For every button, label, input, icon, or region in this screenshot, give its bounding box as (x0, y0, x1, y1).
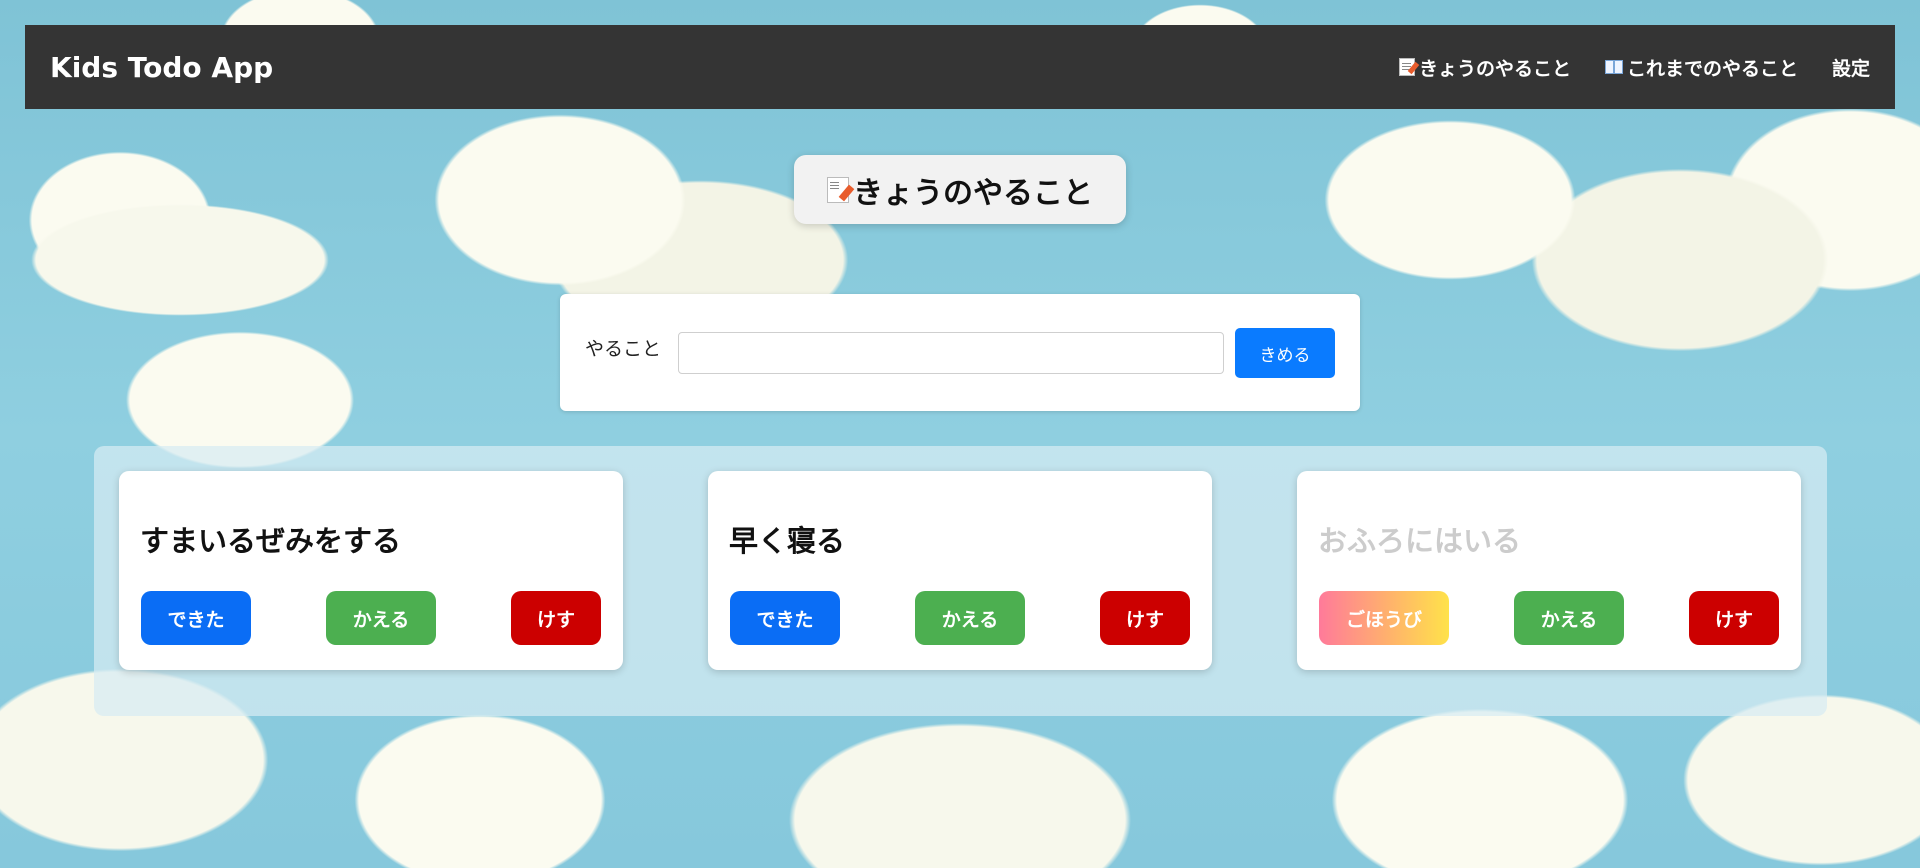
edit-button[interactable]: かえる (326, 591, 436, 645)
nav-link-history[interactable]: これまでのやること (1604, 54, 1798, 81)
nav-link-history-label: これまでのやること (1626, 57, 1798, 80)
add-todo-button[interactable]: きめる (1235, 328, 1335, 378)
delete-button[interactable]: けす (1100, 591, 1190, 645)
delete-button[interactable]: けす (511, 591, 601, 645)
nav-links: きょうのやること これまでのやること 設定 (1398, 54, 1870, 81)
app-brand[interactable]: Kids Todo App (50, 51, 273, 84)
page-title: きょうのやること (794, 155, 1126, 224)
add-todo-form: やること きめる (560, 294, 1360, 411)
page-title-text: きょうのやること (853, 175, 1093, 211)
memo-icon (827, 176, 849, 203)
book-icon (1604, 60, 1623, 74)
navbar: Kids Todo App きょうのやること これまでのやること 設定 (25, 25, 1895, 109)
nav-link-settings-label: 設定 (1831, 57, 1870, 80)
sky-cloud-background (0, 0, 1920, 868)
todo-title: すまいるぜみをする (140, 524, 402, 558)
done-button[interactable]: できた (141, 591, 251, 645)
todo-title: おふろにはいる (1318, 524, 1522, 558)
edit-button[interactable]: かえる (1514, 591, 1624, 645)
todo-input[interactable] (678, 332, 1224, 374)
delete-button[interactable]: けす (1689, 591, 1779, 645)
nav-link-today-label: きょうのやること (1418, 57, 1571, 80)
memo-icon (1398, 58, 1415, 76)
todo-card: すまいるぜみをする できた かえる けす (119, 471, 623, 670)
todo-card: 早く寝る できた かえる けす (708, 471, 1212, 670)
todo-input-label: やること (585, 338, 662, 360)
nav-link-today[interactable]: きょうのやること (1398, 54, 1571, 81)
todo-card: おふろにはいる ごほうび かえる けす (1297, 471, 1801, 670)
todo-title: 早く寝る (729, 524, 846, 558)
todo-list-panel: すまいるぜみをする できた かえる けす 早く寝る できた かえる けす おふろ… (94, 446, 1827, 716)
reward-button[interactable]: ごほうび (1319, 591, 1449, 645)
nav-link-settings[interactable]: 設定 (1832, 54, 1870, 81)
edit-button[interactable]: かえる (915, 591, 1025, 645)
done-button[interactable]: できた (730, 591, 840, 645)
